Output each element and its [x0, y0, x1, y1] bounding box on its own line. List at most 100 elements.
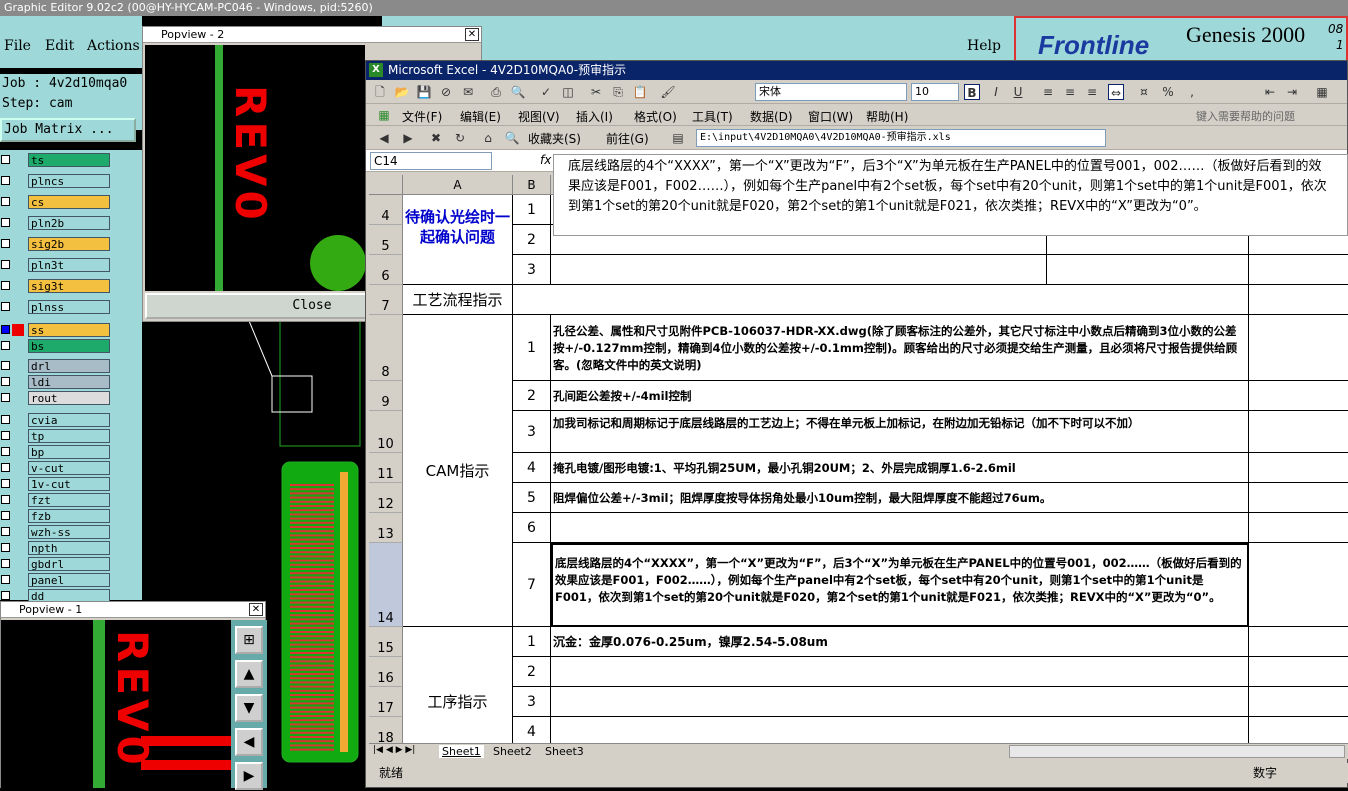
layer-checkbox[interactable] [1, 341, 10, 350]
row-header-9[interactable]: 9 [369, 381, 403, 411]
layer-row[interactable]: npth [0, 540, 142, 556]
font-name-select[interactable]: 宋体 [755, 83, 907, 101]
layer-row[interactable]: 1v-cut [0, 476, 142, 492]
layer-row[interactable]: bs [0, 338, 142, 354]
menu-help-cn[interactable]: 帮助(H) [866, 108, 908, 125]
confirm-cell-2[interactable] [1047, 255, 1249, 285]
tool-left-icon[interactable]: ◀ [235, 728, 263, 756]
layer-row[interactable]: bp [0, 444, 142, 460]
layer-checkbox[interactable] [1, 218, 10, 227]
align-right-icon[interactable]: ≡ [1084, 84, 1100, 100]
row-header-11[interactable]: 11 [369, 453, 403, 483]
layer-row[interactable]: cs [0, 194, 142, 210]
cam-item-text[interactable]: 掩孔电镀/图形电镀:1、平均孔铜25UM，最小孔铜20UM；2、外层完成铜厚1.… [551, 453, 1249, 483]
row-header-15[interactable]: 15 [369, 627, 403, 657]
new-icon[interactable]: 🗋 [372, 84, 388, 100]
cam-item-text[interactable]: 加我司标记和周期标记于底层线路层的工艺边上；不得在单元板上加标记，在附边加无铅标… [551, 411, 1249, 453]
row-header-12[interactable]: 12 [369, 483, 403, 513]
layer-name[interactable]: ldi [28, 375, 110, 389]
layer-checkbox[interactable] [1, 176, 10, 185]
layer-name[interactable]: pln2b [28, 216, 110, 230]
layer-name[interactable]: plnss [28, 300, 110, 314]
popview-1-close-icon[interactable]: ✕ [249, 603, 263, 616]
font-size-select[interactable]: 10 [911, 83, 959, 101]
menu-data-cn[interactable]: 数据(D) [750, 108, 793, 125]
layer-checkbox[interactable] [1, 393, 10, 402]
layer-checkbox[interactable] [1, 415, 10, 424]
layer-checkbox[interactable] [1, 325, 10, 334]
layer-name[interactable]: rout [28, 391, 110, 405]
menu-file-cn[interactable]: 文件(F) [402, 108, 442, 125]
cam-item-text[interactable]: 孔间距公差按+/-4mil控制 [551, 381, 1249, 411]
tool-zoom-icon[interactable]: ⊞ [235, 626, 263, 654]
layer-name[interactable]: tp [28, 429, 110, 443]
row-header-6[interactable]: 6 [369, 255, 403, 285]
layer-checkbox[interactable] [1, 431, 10, 440]
row-header-4[interactable]: 4 [369, 195, 403, 225]
email-icon[interactable]: ✉ [460, 84, 476, 100]
layer-checkbox[interactable] [1, 260, 10, 269]
paste-icon[interactable]: 📋 [632, 84, 648, 100]
layer-row[interactable]: pln3t [0, 257, 142, 273]
column-header-b[interactable]: B [513, 175, 551, 195]
cut-icon[interactable]: ✂ [588, 84, 604, 100]
layer-checkbox[interactable] [1, 197, 10, 206]
cam-item-text[interactable]: 底层线路层的4个“XXXX”，第一个“X”更改为“F”，后3个“X”为单元板在生… [551, 543, 1249, 627]
row-header-5[interactable]: 5 [369, 225, 403, 255]
sheet-tab-1[interactable]: Sheet1 [439, 745, 484, 758]
sheet-nav-icons[interactable]: |◀ ◀ ▶ ▶| [373, 745, 415, 755]
confirm-cell[interactable] [551, 255, 1047, 285]
row-header-17[interactable]: 17 [369, 687, 403, 717]
percent-icon[interactable]: % [1160, 84, 1176, 100]
layer-row[interactable]: tp [0, 428, 142, 444]
layer-row[interactable]: fzt [0, 492, 142, 508]
step-item-text[interactable] [551, 687, 1249, 717]
search-web-icon[interactable]: 🔍 [504, 130, 520, 146]
open-icon[interactable]: 📂 [394, 84, 410, 100]
layer-row[interactable]: fzb [0, 508, 142, 524]
cam-item-extra[interactable] [1249, 513, 1348, 543]
layer-row[interactable]: sig2b [0, 236, 142, 252]
step-item-extra[interactable] [1249, 627, 1348, 657]
sheet-tab-3[interactable]: Sheet3 [545, 745, 584, 758]
merge-center-icon[interactable]: ⇔ [1108, 84, 1124, 100]
select-all-corner[interactable] [369, 175, 403, 195]
row-header-10[interactable]: 10 [369, 411, 403, 453]
menu-file[interactable]: File [4, 38, 31, 54]
layer-row[interactable]: v-cut [0, 460, 142, 476]
layer-name[interactable]: wzh-ss [28, 525, 110, 539]
spreadsheet-grid[interactable]: A B 4 5 6 7 8 9 10 11 12 13 14 15 16 17 18 待确认光绘时一起确认问题… [369, 175, 1348, 749]
job-matrix-button[interactable]: Job Matrix ... [0, 118, 136, 142]
layer-checkbox[interactable] [1, 559, 10, 568]
layer-checkbox[interactable] [1, 575, 10, 584]
layer-checkbox[interactable] [1, 543, 10, 552]
layer-name[interactable]: panel [28, 573, 110, 587]
layer-checkbox[interactable] [1, 447, 10, 456]
layer-checkbox[interactable] [1, 155, 10, 164]
menu-format-cn[interactable]: 格式(O) [634, 108, 677, 125]
italic-button[interactable]: I [988, 84, 1004, 100]
menu-actions[interactable]: Actions [87, 38, 140, 54]
align-center-icon[interactable]: ≡ [1062, 84, 1078, 100]
layer-name[interactable]: npth [28, 541, 110, 555]
address-field[interactable]: E:\input\4V2D10MQA0\4V2D10MQA0-预审指示.xls [696, 129, 1106, 147]
decrease-indent-icon[interactable]: ⇤ [1262, 84, 1278, 100]
step-item-text[interactable]: 沉金：金厚0.076-0.25um，镍厚2.54-5.08um [551, 627, 1249, 657]
goto-menu[interactable]: 前往(G) [606, 130, 649, 147]
layer-name[interactable]: fzb [28, 509, 110, 523]
menu-window-cn[interactable]: 窗口(W) [808, 108, 853, 125]
save-icon[interactable]: 💾 [416, 84, 432, 100]
layer-checkbox[interactable] [1, 495, 10, 504]
layer-row[interactable]: sig3t [0, 278, 142, 294]
layer-row[interactable]: gbdrl [0, 556, 142, 572]
row-header-8[interactable]: 8 [369, 315, 403, 381]
process-cell-2[interactable] [1249, 285, 1348, 315]
print-preview-icon[interactable]: 🔍 [510, 84, 526, 100]
layer-row[interactable]: plnss [0, 299, 142, 315]
layer-name[interactable]: gbdrl [28, 557, 110, 571]
permission-icon[interactable]: ⊘ [438, 84, 454, 100]
layer-checkbox[interactable] [1, 302, 10, 311]
cam-item-extra[interactable] [1249, 381, 1348, 411]
refresh-icon[interactable]: ↻ [452, 130, 468, 146]
tool-down-icon[interactable]: ▼ [235, 694, 263, 722]
